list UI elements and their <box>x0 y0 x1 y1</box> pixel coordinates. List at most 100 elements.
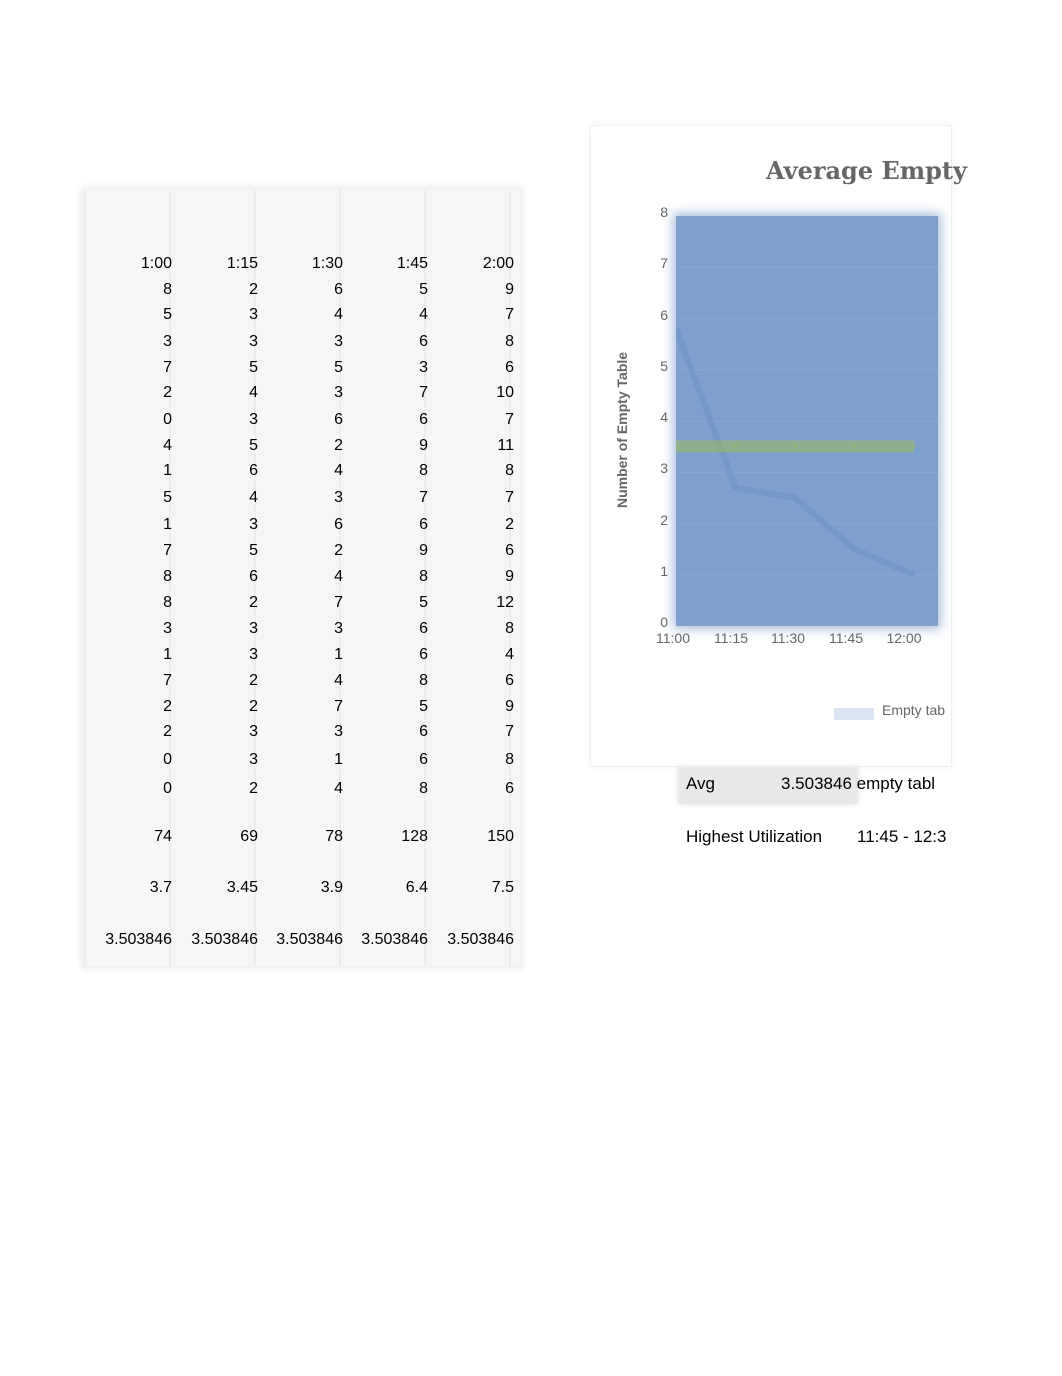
table-cell: 6 <box>419 333 428 350</box>
table-cell: 6 <box>419 411 428 428</box>
table-cell: 3 <box>249 751 258 768</box>
table-cell: 8 <box>163 568 172 585</box>
table-cell: 8 <box>419 568 428 585</box>
table-cell: 7 <box>505 306 514 323</box>
table-cell: 1 <box>163 646 172 663</box>
table-cell: 8 <box>419 780 428 797</box>
table-cell: 7 <box>419 384 428 401</box>
overall-average-cell: 3.503846 <box>361 931 428 948</box>
table-cell: 8 <box>163 594 172 611</box>
x-tick-label: 11:45 <box>829 630 863 646</box>
table-cell: 3 <box>163 333 172 350</box>
table-cell: 8 <box>505 751 514 768</box>
table-cell: 6 <box>334 281 343 298</box>
table-cell: 3 <box>334 489 343 506</box>
data-point <box>793 444 797 449</box>
table-cell: 5 <box>419 698 428 715</box>
y-tick-label: 5 <box>660 357 668 374</box>
table-cell: 4 <box>163 437 172 454</box>
table-cell: 3 <box>249 411 258 428</box>
table-cell: 0 <box>163 751 172 768</box>
y-tick-label: 6 <box>660 306 668 323</box>
table-cell: 7 <box>505 489 514 506</box>
table-cell: 4 <box>334 462 343 479</box>
table-cell: 6 <box>419 723 428 740</box>
table-cell: 6 <box>334 516 343 533</box>
table-cell: 7 <box>419 489 428 506</box>
table-cell: 5 <box>419 594 428 611</box>
table-cell: 7 <box>163 672 172 689</box>
data-point <box>733 485 738 490</box>
legend-label: Empty tab <box>882 702 946 718</box>
table-cell: 7 <box>505 411 514 428</box>
y-tick-label: 3 <box>660 460 668 477</box>
table-cell: 4 <box>334 306 343 323</box>
table-cell: 3 <box>334 723 343 740</box>
data-point <box>912 572 916 577</box>
table-cell: 8 <box>419 672 428 689</box>
total-cell: 69 <box>240 828 258 845</box>
table-cell: 2 <box>505 516 514 533</box>
table-cell: 1 <box>334 646 343 663</box>
y-tick-label: 0 <box>660 614 668 630</box>
table-cell: 9 <box>419 542 428 559</box>
table-cell: 8 <box>505 333 514 350</box>
data-point <box>912 444 916 449</box>
average-cell: 3.9 <box>320 879 343 896</box>
table-cell: 5 <box>419 281 428 298</box>
column-header: 1:00 <box>140 255 172 272</box>
table-cell: 11 <box>497 437 514 454</box>
table-cell: 6 <box>505 542 514 559</box>
table-cell: 10 <box>496 384 514 401</box>
table-cell: 9 <box>505 281 514 298</box>
table-cell: 3 <box>334 384 343 401</box>
data-point <box>852 547 857 552</box>
table-cell: 3 <box>249 333 258 350</box>
y-tick-label: 8 <box>660 204 668 220</box>
table-cell: 3 <box>249 516 258 533</box>
table-cell: 8 <box>505 462 514 479</box>
table-cell: 4 <box>249 384 258 401</box>
total-cell: 74 <box>154 828 172 845</box>
x-tick-label: 12:00 <box>886 630 922 646</box>
table-cell: 2 <box>249 698 258 715</box>
table-cell: 1 <box>163 516 172 533</box>
table-cell: 5 <box>249 359 258 376</box>
table-cell: 3 <box>249 306 258 323</box>
avg-label: Avg <box>686 774 715 793</box>
x-tick-label: 11:00 <box>656 630 690 646</box>
data-point <box>793 495 797 500</box>
x-tick-label: 11:15 <box>714 630 748 646</box>
table-cell: 0 <box>163 780 172 797</box>
table-cell: 8 <box>163 281 172 298</box>
highest-utilization-label: Highest Utilization <box>686 827 823 846</box>
table-cell: 3 <box>334 333 343 350</box>
table-cell: 6 <box>249 462 258 479</box>
table-cell: 8 <box>505 620 514 637</box>
y-tick-label: 7 <box>660 255 668 272</box>
table-cell: 2 <box>249 594 258 611</box>
table-cell: 6 <box>505 780 514 797</box>
table-cell: 5 <box>334 359 343 376</box>
table-cell: 9 <box>419 437 428 454</box>
column-header: 1:45 <box>396 255 428 272</box>
table-cell: 9 <box>505 698 514 715</box>
table-cell: 4 <box>419 306 428 323</box>
table-cell: 2 <box>249 780 258 797</box>
table-cell: 6 <box>505 359 514 376</box>
table-cell: 6 <box>505 672 514 689</box>
table-cell: 2 <box>249 672 258 689</box>
table-cell: 3 <box>419 359 428 376</box>
column-header: 1:15 <box>226 255 258 272</box>
total-cell: 128 <box>401 828 428 845</box>
column-header: 2:00 <box>482 255 514 272</box>
line-chart <box>673 215 938 627</box>
table-cell: 6 <box>334 411 343 428</box>
overall-average-cell: 3.503846 <box>276 931 343 948</box>
table-cell: 2 <box>163 698 172 715</box>
y-tick-label: 4 <box>660 409 668 425</box>
overall-average-cell: 3.503846 <box>191 931 258 948</box>
plot-area <box>673 215 938 627</box>
table-cell: 5 <box>249 542 258 559</box>
data-point <box>733 444 738 449</box>
